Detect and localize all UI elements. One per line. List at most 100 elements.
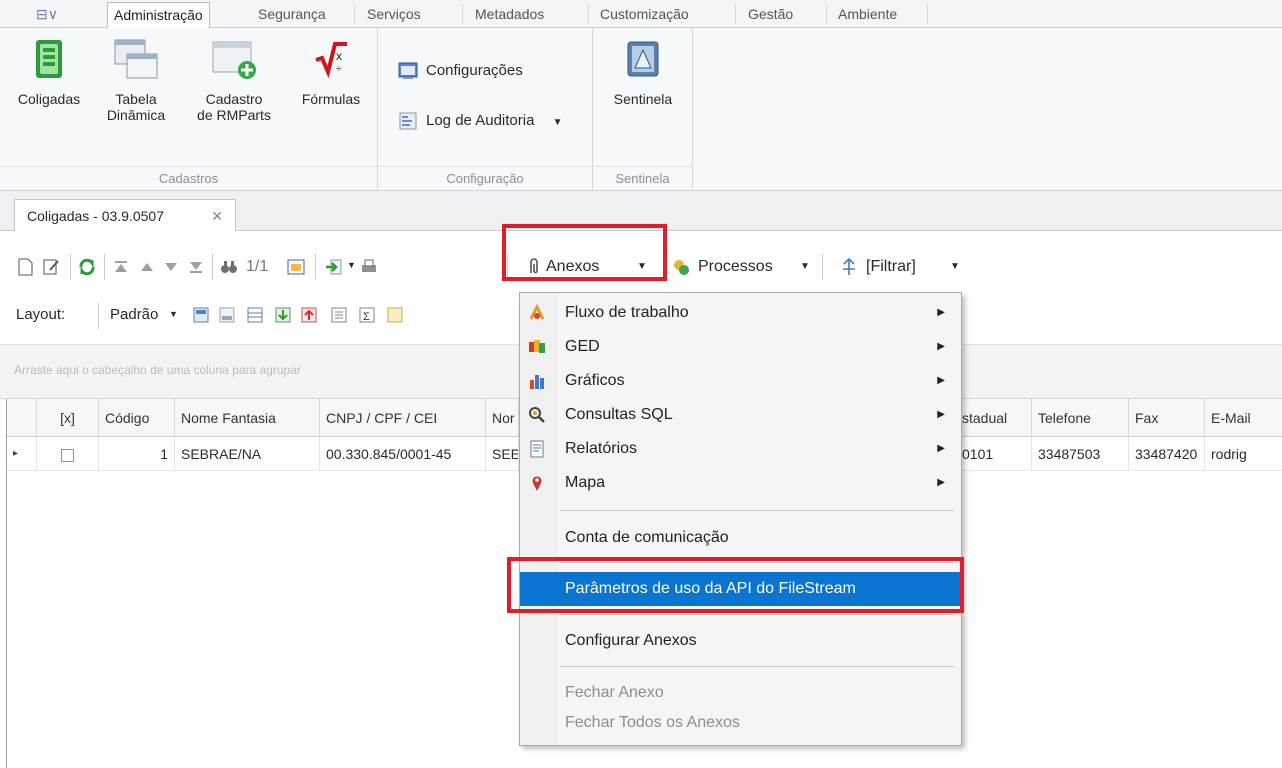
layout-select[interactable]: Padrão (110, 306, 158, 323)
configuracoes-button[interactable]: Configurações (398, 58, 523, 84)
menu-item-configurar-anexos[interactable]: Configurar Anexos (520, 624, 961, 658)
menu-item-consultas-sql[interactable]: Consultas SQL ▶ (520, 398, 961, 432)
list-view-icon[interactable] (330, 306, 348, 324)
filtrar-button[interactable]: [Filtrar] (866, 258, 916, 276)
toolbar-separator (212, 254, 213, 280)
layout-save-icon[interactable] (192, 306, 210, 324)
cell-codigo: 1 (99, 437, 175, 471)
new-record-icon[interactable] (16, 258, 34, 276)
svg-text:Σ: Σ (363, 311, 370, 323)
column-header-codigo[interactable]: Código (99, 399, 175, 437)
calendar-grid-icon[interactable] (287, 258, 305, 276)
chevron-down-icon: ▼ (552, 117, 563, 128)
column-header-telefone[interactable]: Telefone (1032, 399, 1129, 437)
column-header-nome[interactable]: Nor (486, 399, 519, 437)
import-icon[interactable] (325, 258, 343, 276)
binoculars-icon[interactable] (220, 258, 238, 276)
menu-item-label: Conta de comunicação (565, 529, 729, 546)
menu-item-conta-comunicacao[interactable]: Conta de comunicação (520, 521, 961, 555)
chart-icon (530, 375, 544, 389)
tab-gestao[interactable]: Gestão (742, 2, 799, 28)
submenu-arrow-icon: ▶ (937, 307, 945, 318)
menu-item-ged[interactable]: GED ▶ (520, 330, 961, 364)
formulas-button[interactable]: x ÷ Fórmulas (294, 38, 368, 107)
menu-item-label: Relatórios (565, 440, 638, 457)
coligadas-icon (36, 40, 62, 78)
print-icon[interactable] (360, 258, 378, 276)
tab-administracao[interactable]: Administração (107, 2, 210, 29)
menu-item-mapa[interactable]: Mapa ▶ (520, 466, 961, 500)
column-header-cnpj[interactable]: CNPJ / CPF / CEI (320, 399, 486, 437)
sentinela-button[interactable]: Sentinela (603, 38, 683, 107)
tab-separator (462, 4, 463, 24)
column-header-select[interactable]: [x] (37, 399, 99, 437)
first-record-icon[interactable] (112, 258, 130, 276)
coligadas-button[interactable]: Coligadas (12, 38, 86, 107)
column-header-nome-fantasia[interactable]: Nome Fantasia (175, 399, 320, 437)
row-indicator-icon: ▸ (7, 437, 37, 471)
export-up-icon[interactable] (300, 306, 318, 324)
log-auditoria-button[interactable]: Log de Auditoria ▼ (398, 108, 563, 134)
menu-separator (560, 510, 954, 511)
formulas-label: Fórmulas (301, 91, 361, 107)
sum-icon[interactable]: Σ (358, 306, 376, 324)
tab-metadados[interactable]: Metadados (469, 2, 550, 28)
submenu-arrow-icon: ▶ (937, 409, 945, 420)
export-down-icon[interactable] (274, 306, 292, 324)
close-icon[interactable]: ✕ (211, 200, 223, 232)
tab-seguranca[interactable]: Segurança (252, 2, 332, 28)
formula-sqrt-icon: x ÷ (315, 42, 347, 79)
menu-item-relatorios[interactable]: Relatórios ▶ (520, 432, 961, 466)
coligadas-label: Coligadas (17, 91, 81, 107)
tab-customizacao[interactable]: Customização (594, 2, 695, 28)
menu-item-label: Gráficos (565, 372, 625, 389)
submenu-arrow-icon: ▶ (937, 375, 945, 386)
last-record-icon[interactable] (187, 258, 205, 276)
menu-item-label: Configurar Anexos (565, 632, 697, 649)
toolbar-separator (98, 303, 99, 329)
menu-item-label: Fluxo de trabalho (565, 304, 689, 321)
layout-load-icon[interactable] (218, 306, 236, 324)
tabela-dinamica-label-1: Tabela (115, 91, 157, 107)
doc-tab-coligadas[interactable]: Coligadas - 03.9.0507 ✕ (14, 199, 236, 232)
chevron-down-icon[interactable]: ▼ (169, 309, 178, 319)
column-header-email[interactable]: E-Mail (1205, 399, 1282, 437)
chevron-down-icon[interactable]: ▼ (347, 260, 356, 270)
row-indicator-header (7, 399, 37, 437)
cadastro-rmparts-label-2: de RMParts (197, 107, 271, 123)
refresh-icon[interactable] (78, 258, 96, 276)
menu-item-graficos[interactable]: Gráficos ▶ (520, 364, 961, 398)
cell-inscricao-estadual: 0101 (962, 437, 1032, 471)
toolbar-separator (70, 254, 71, 280)
processes-gear-icon (674, 260, 689, 275)
settings-window-icon (398, 62, 418, 80)
highlight-icon[interactable] (386, 306, 404, 324)
tabela-dinamica-button[interactable]: Tabela Dinâmica (100, 38, 172, 123)
tab-separator (735, 4, 736, 24)
grid-columns-icon[interactable] (246, 306, 264, 324)
chevron-down-icon[interactable]: ▼ (800, 261, 810, 272)
tab-servicos[interactable]: Serviços (361, 2, 427, 28)
table-row-checkbox-cell (37, 437, 99, 471)
submenu-arrow-icon: ▶ (937, 477, 945, 488)
layout-label: Layout: (16, 306, 66, 323)
chevron-down-icon[interactable]: ▼ (950, 261, 960, 272)
ged-icon (529, 340, 545, 353)
tab-ambiente[interactable]: Ambiente (832, 2, 903, 28)
anexos-highlight-box (502, 224, 667, 281)
row-checkbox[interactable] (61, 448, 74, 462)
doc-tab-label: Coligadas - 03.9.0507 (27, 208, 164, 224)
column-header-fax[interactable]: Fax (1129, 399, 1205, 437)
next-record-icon[interactable] (162, 258, 180, 276)
processos-button[interactable]: Processos (698, 258, 773, 276)
menu-item-fluxo-trabalho[interactable]: Fluxo de trabalho ▶ (520, 296, 961, 330)
column-header-inscricao-estadual[interactable]: stadual (962, 399, 1032, 437)
previous-record-icon[interactable] (138, 258, 156, 276)
cadastro-rmparts-button[interactable]: Cadastro de RMParts (186, 38, 282, 123)
app-menu-button[interactable]: ⊟∨ (30, 2, 64, 28)
cell-nome: SEE (486, 437, 519, 471)
cadastro-rmparts-label-1: Cadastro (205, 91, 263, 107)
menu-item-label: Consultas SQL (565, 406, 673, 423)
edit-record-icon[interactable] (42, 258, 60, 276)
submenu-arrow-icon: ▶ (937, 341, 945, 352)
